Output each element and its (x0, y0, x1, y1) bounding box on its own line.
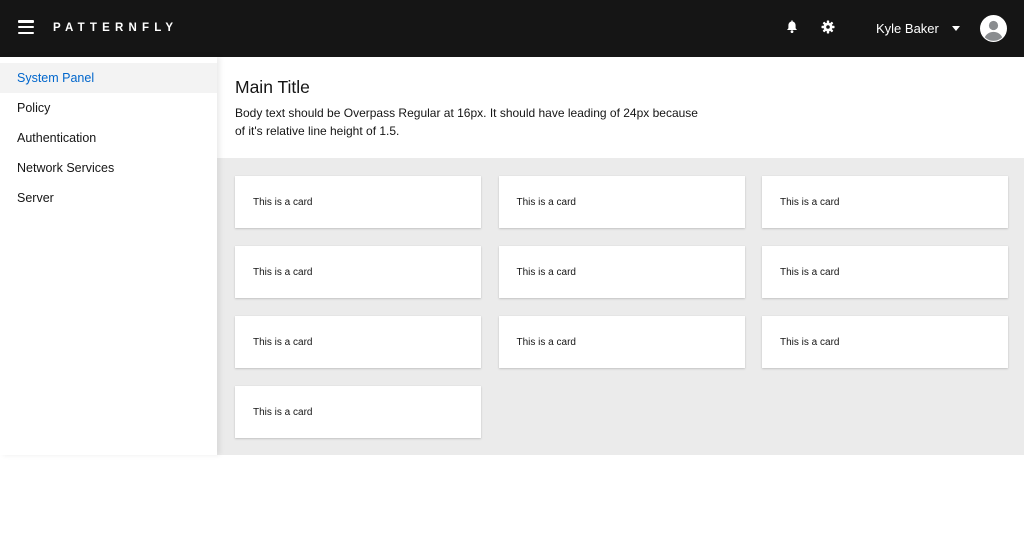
brand-logo[interactable]: PATTERNFLY (53, 21, 178, 35)
sidebar-item-system-panel[interactable]: System Panel (0, 63, 217, 93)
masthead: PATTERNFLY Kyle Baker (0, 0, 1024, 57)
card: This is a card (235, 246, 481, 298)
card: This is a card (762, 176, 1008, 228)
sidebar-item-server[interactable]: Server (0, 183, 217, 213)
chevron-down-icon (951, 25, 960, 31)
card-gallery: This is a card This is a card This is a … (217, 158, 1024, 455)
card: This is a card (235, 386, 481, 438)
sidebar-item-network-services[interactable]: Network Services (0, 153, 217, 183)
card: This is a card (498, 316, 745, 368)
menu-icon[interactable] (18, 20, 34, 34)
card: This is a card (762, 316, 1008, 368)
user-dropdown[interactable]: Kyle Baker (876, 18, 960, 38)
sidebar-item-policy[interactable]: Policy (0, 93, 217, 123)
nav-list: System Panel Policy Authentication Netwo… (0, 57, 217, 213)
gear-icon[interactable] (820, 19, 836, 35)
card: This is a card (498, 176, 745, 228)
card-grid: This is a card This is a card This is a … (235, 176, 1008, 438)
sidebar-item-authentication[interactable]: Authentication (0, 123, 217, 153)
avatar-icon[interactable] (980, 15, 1007, 42)
card: This is a card (235, 316, 481, 368)
sidebar: System Panel Policy Authentication Netwo… (0, 57, 217, 455)
page-title: Main Title (235, 77, 310, 97)
bell-icon[interactable] (784, 19, 800, 35)
card: This is a card (762, 246, 1008, 298)
card: This is a card (235, 176, 481, 228)
body-text: Body text should be Overpass Regular at … (235, 106, 698, 138)
card: This is a card (498, 246, 745, 298)
page-header-section: Main Title Body text should be Overpass … (217, 57, 1024, 158)
user-name: Kyle Baker (876, 20, 939, 36)
